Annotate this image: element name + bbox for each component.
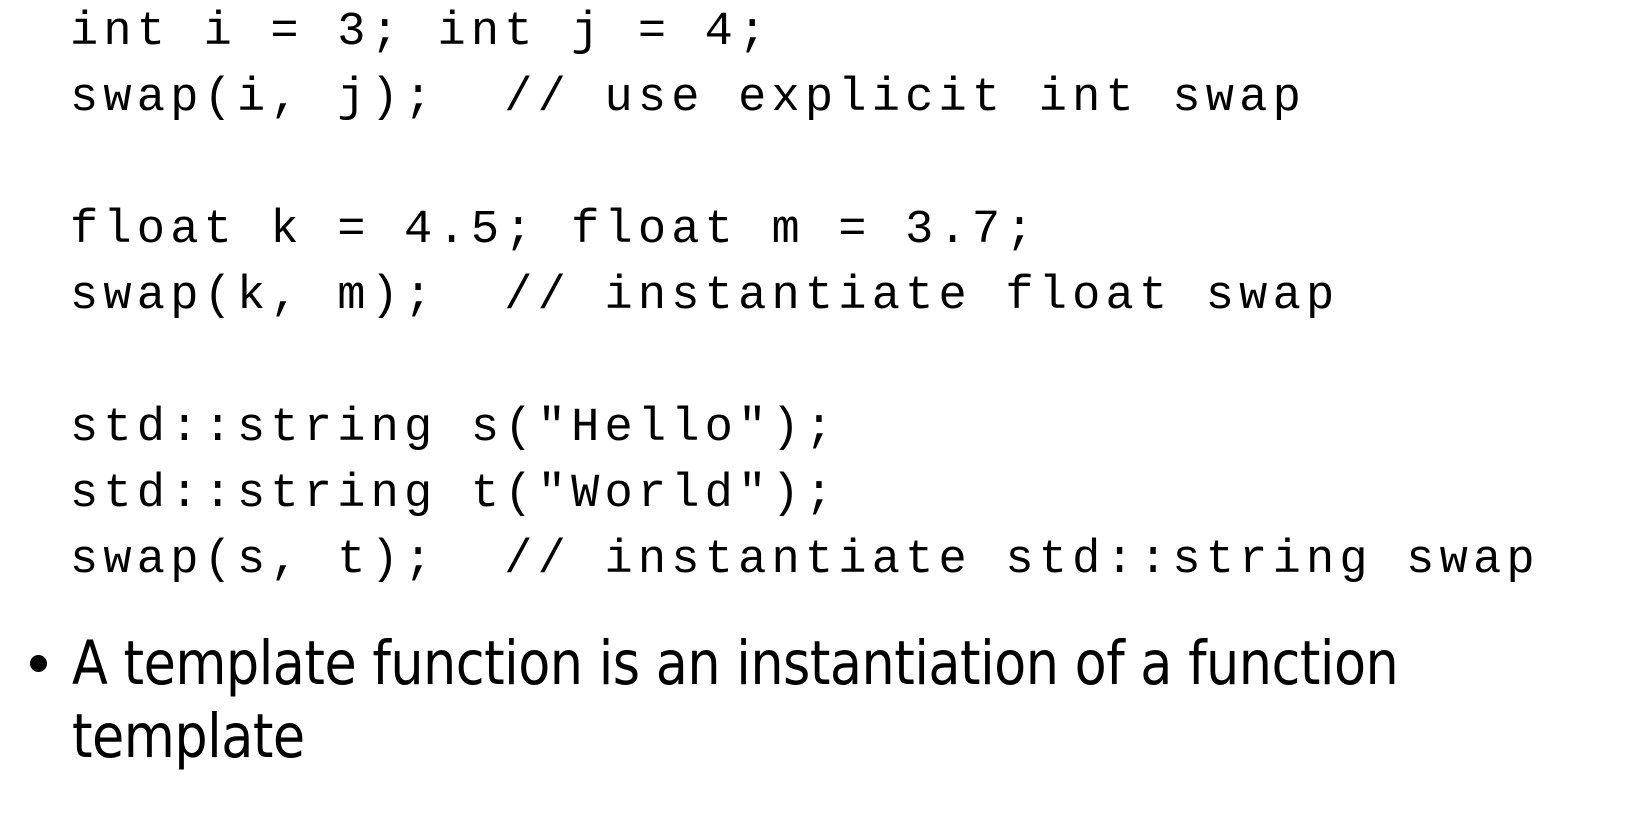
bullet-dot-icon — [30, 655, 47, 672]
slide-canvas: int i = 3; int j = 4; swap(i, j); // use… — [0, 0, 1640, 834]
code-line: std::string t("World"); — [70, 468, 839, 521]
list-item: A template function is an instantiation … — [0, 627, 1640, 773]
bullet-item-label: A template function is an instantiation … — [72, 628, 1399, 772]
bullet-list: A template function is an instantiation … — [0, 627, 1640, 773]
code-line: int i = 3; int j = 4; — [70, 6, 772, 59]
code-line: std::string s("Hello"); — [70, 402, 839, 455]
code-line: swap(k, m); // instantiate float swap — [70, 270, 1340, 323]
code-line: float k = 4.5; float m = 3.7; — [70, 204, 1039, 257]
code-block: int i = 3; int j = 4; swap(i, j); // use… — [0, 0, 1640, 594]
code-line: swap(i, j); // use explicit int swap — [70, 72, 1306, 125]
code-line: swap(s, t); // instantiate std::string s… — [70, 534, 1540, 587]
